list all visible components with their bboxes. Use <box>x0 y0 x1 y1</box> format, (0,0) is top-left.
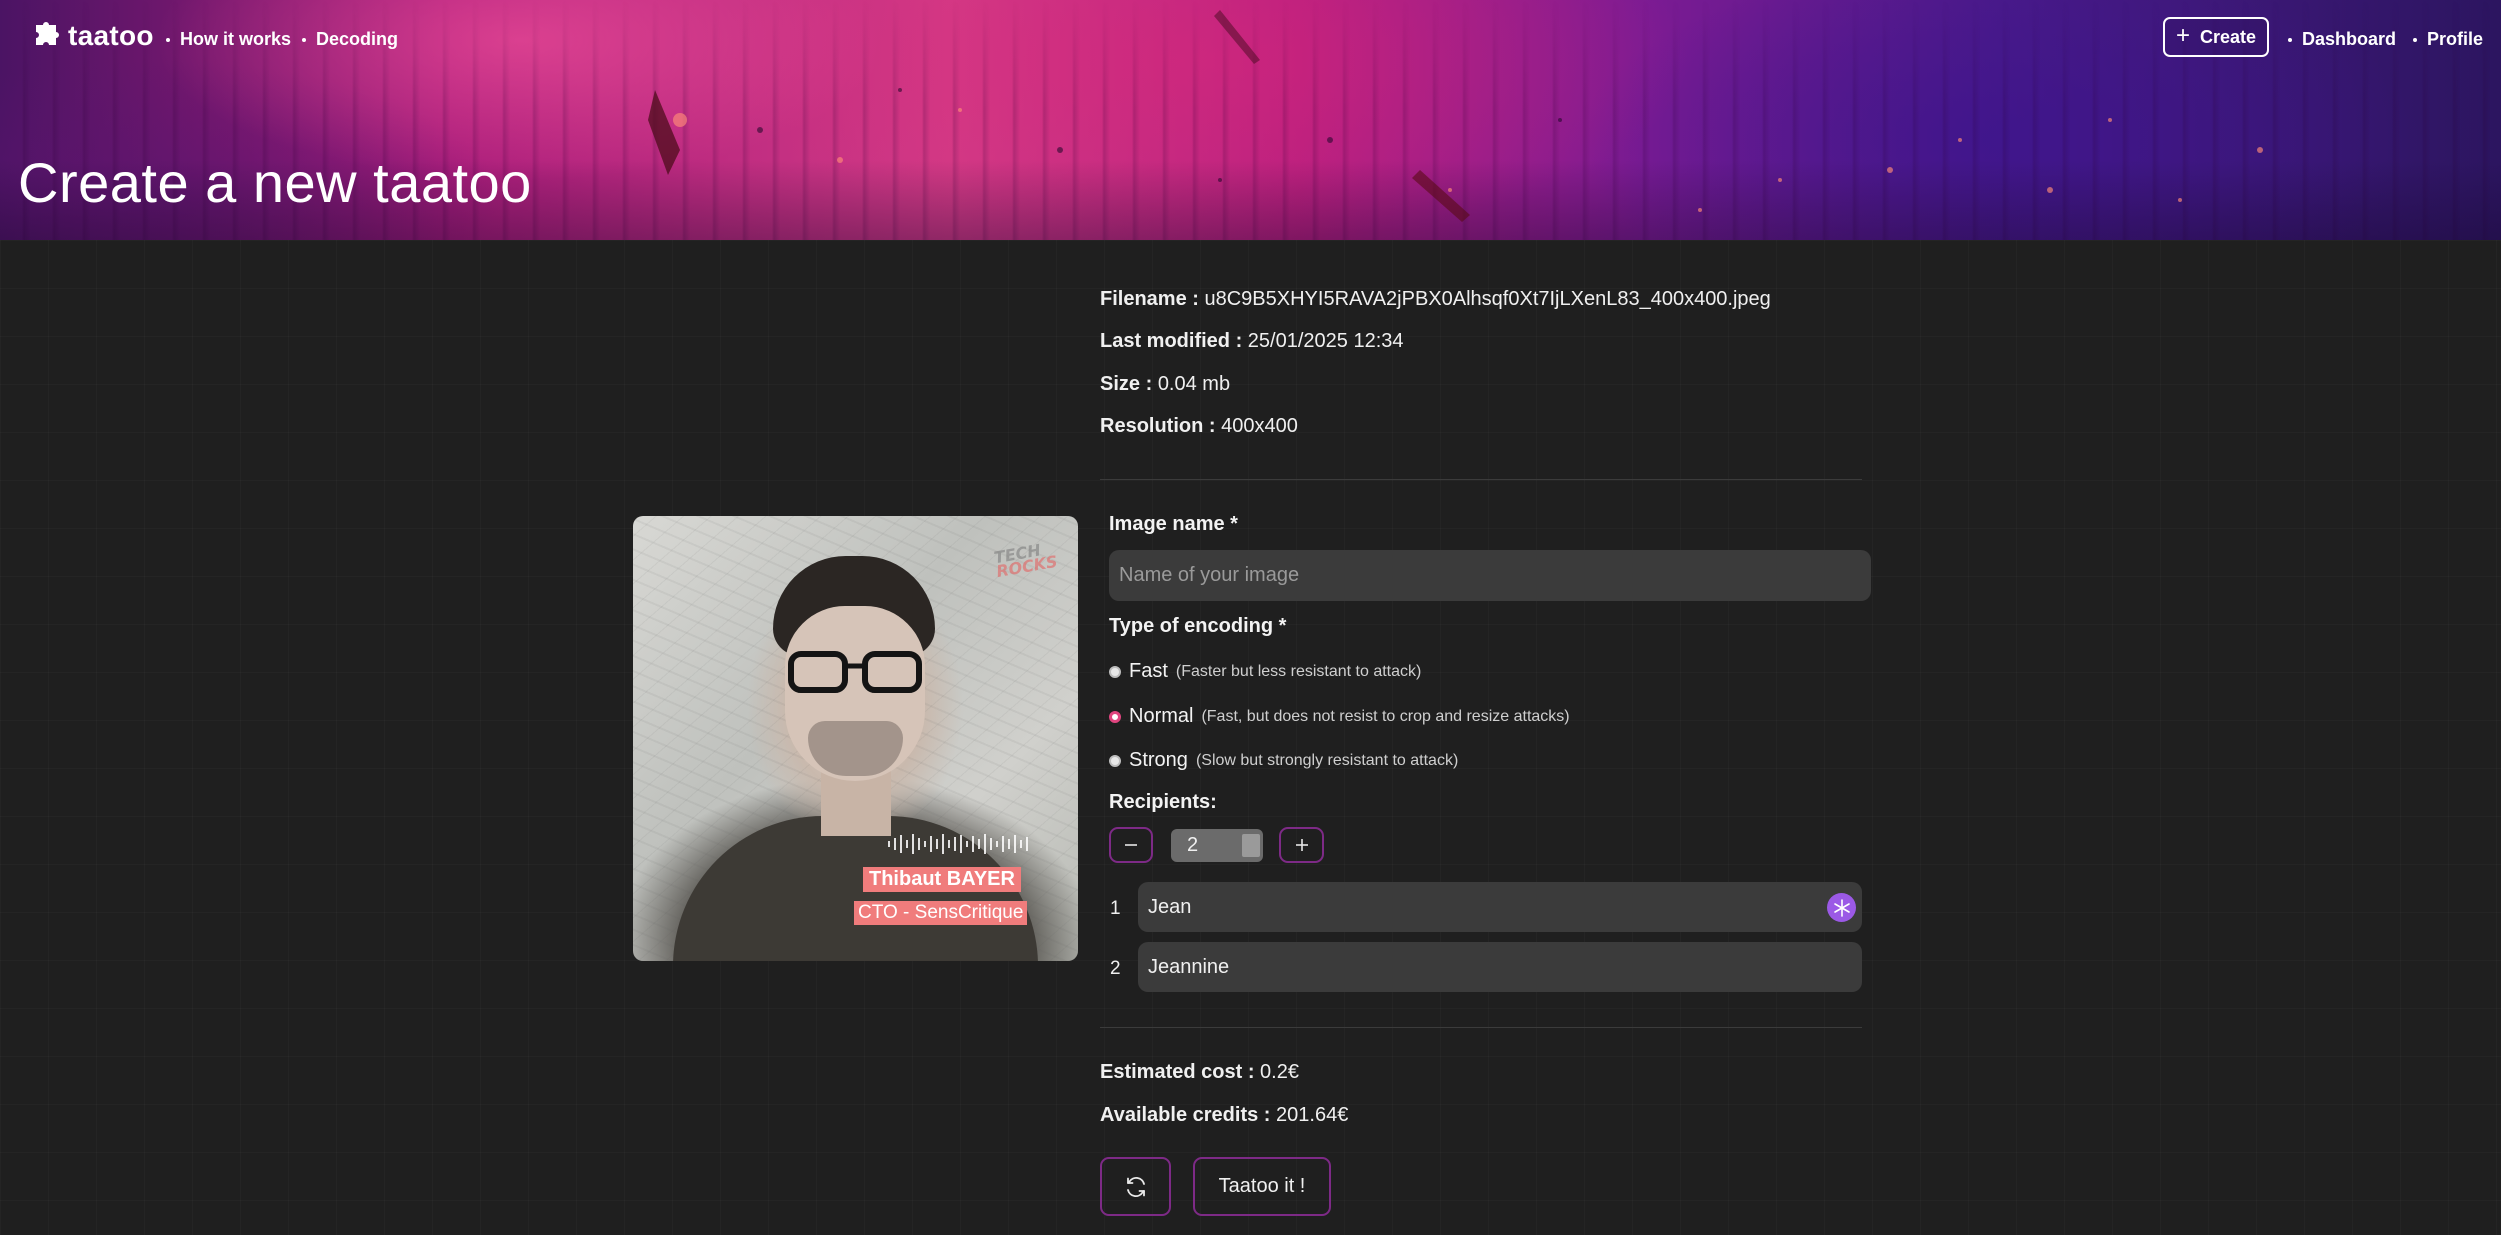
divider <box>1100 479 1862 480</box>
taatoo-it-button[interactable]: Taatoo it ! <box>1193 1157 1331 1216</box>
available-credits-row: Available credits : 201.64€ <box>1100 1104 1349 1126</box>
nav-link-profile[interactable]: Profile <box>2413 29 2483 50</box>
recipient-input-2[interactable]: Jeannine <box>1138 942 1862 992</box>
plus-icon: + <box>2175 21 2190 49</box>
image-name-label: Image name * <box>1109 513 1238 535</box>
radio-normal[interactable] <box>1109 710 1121 723</box>
top-nav: taatoo How it works Decoding + Create Da… <box>0 0 2501 80</box>
radio-fast[interactable] <box>1109 665 1121 678</box>
name-tag: Thibaut BAYER <box>863 867 1021 892</box>
puzzle-logo-icon <box>36 22 59 45</box>
recipient-index: 1 <box>1110 898 1121 919</box>
image-name-input[interactable] <box>1109 550 1871 601</box>
page-title: Create a new taatoo <box>18 151 532 214</box>
recipients-count-input[interactable]: 2 <box>1171 829 1263 862</box>
recipient-input-1[interactable]: Jean <box>1138 882 1862 932</box>
size-row: Size : 0.04 mb <box>1100 373 1231 395</box>
snowflake-icon[interactable] <box>1827 893 1856 922</box>
nav-link-how-it-works[interactable]: How it works <box>166 29 291 50</box>
logo-text: taatoo <box>68 20 154 51</box>
logo-link[interactable]: taatoo <box>32 20 154 52</box>
estimated-cost-value: 0.2€ <box>1260 1061 1299 1083</box>
recipient-index: 2 <box>1110 958 1121 979</box>
plus-icon <box>1295 839 1308 851</box>
recipients-label: Recipients: <box>1109 791 1217 813</box>
refresh-icon <box>1126 1176 1145 1197</box>
reset-button[interactable] <box>1100 1157 1171 1216</box>
last-modified-value: 25/01/2025 12:34 <box>1247 330 1404 352</box>
nav-link-dashboard[interactable]: Dashboard <box>2288 29 2396 50</box>
page-background <box>0 240 2501 1235</box>
estimated-cost-row: Estimated cost : 0.2€ <box>1100 1061 1299 1083</box>
encoding-type-label: Type of encoding * <box>1109 615 1287 637</box>
decrement-recipients-button[interactable] <box>1109 827 1153 863</box>
encoding-option-strong[interactable]: Strong (Slow but strongly resistant to a… <box>1109 749 1458 772</box>
last-modified-row: Last modified : 25/01/2025 12:34 <box>1100 330 1404 352</box>
nav-link-decoding[interactable]: Decoding <box>302 29 398 50</box>
increment-recipients-button[interactable] <box>1279 827 1324 863</box>
filename-row: Filename : u8C9B5XHYI5RAVA2jPBX0Alhsqf0X… <box>1100 288 1771 310</box>
role-tag: CTO - SensCritique <box>854 901 1028 925</box>
filename-value: u8C9B5XHYI5RAVA2jPBX0Alhsqf0Xt7IjLXenL83… <box>1204 288 1771 310</box>
encoding-option-fast[interactable]: Fast (Faster but less resistant to attac… <box>1109 660 1421 683</box>
minus-icon <box>1125 844 1137 846</box>
resolution-row: Resolution : 400x400 <box>1100 415 1298 437</box>
spin-arrows[interactable] <box>1242 834 1260 857</box>
available-credits-value: 201.64€ <box>1276 1104 1349 1126</box>
encoding-option-normal[interactable]: Normal (Fast, but does not resist to cro… <box>1109 705 1570 728</box>
resolution-value: 400x400 <box>1221 415 1298 437</box>
radio-strong[interactable] <box>1109 754 1121 767</box>
glasses-shape <box>788 651 922 693</box>
image-preview: TECH ROCKS Thibaut BAYER CTO - SensCriti… <box>633 516 1078 961</box>
create-button[interactable]: + Create <box>2163 17 2269 57</box>
size-value: 0.04 mb <box>1157 373 1231 395</box>
sound-wave-icon <box>888 834 1028 854</box>
divider <box>1100 1027 1862 1028</box>
